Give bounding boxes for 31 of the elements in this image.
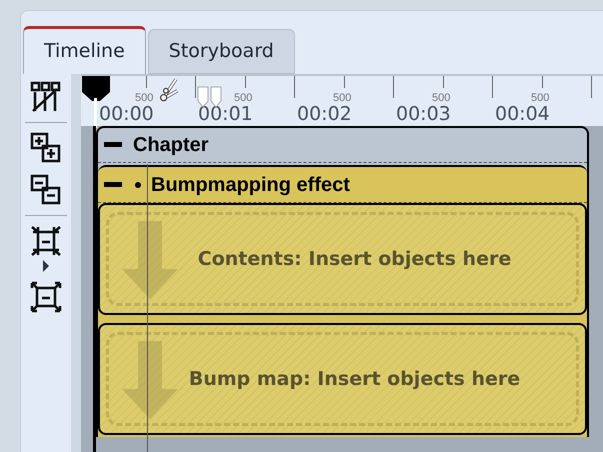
tab[interactable]: Storyboard [148, 29, 295, 74]
drop-zone[interactable]: Contents: Insert objects here [98, 203, 587, 315]
scissors-icon[interactable] [159, 77, 179, 103]
tick-label: 500 [531, 91, 550, 106]
down-arrow-icon [120, 221, 180, 301]
tick-label: 500 [333, 91, 352, 106]
drop-hint: Bump map: Insert objects here [188, 366, 520, 392]
bullet-icon [135, 182, 141, 188]
tick-label: 500 [135, 91, 154, 106]
fit-icon[interactable] [29, 280, 63, 314]
tick-label: 500 [234, 91, 252, 106]
time-ruler[interactable]: 500 500 500 500 500 00:00 00:01 00:02 00:03 00:04 [81, 74, 603, 126]
tick-label: 500 [432, 91, 450, 106]
time-label: 00:01 [198, 103, 253, 125]
shrink-icon[interactable] [29, 224, 63, 258]
effect-track[interactable]: Bumpmapping effect Contents: Insert objects here Bump map: Insert objects here [98, 165, 587, 437]
down-arrow-icon [120, 341, 180, 421]
time-label: 00:02 [297, 103, 352, 125]
chapter-track[interactable]: Chapter Bumpmapping effect Contents: Insert objects here Bump map: Insert objects here [96, 126, 589, 437]
caret-icon[interactable] [42, 260, 50, 272]
time-label: 00:03 [396, 103, 451, 125]
collapse-all-icon[interactable] [29, 173, 63, 207]
chapter-title: Chapter [133, 133, 209, 158]
drop-zone[interactable]: Bump map: Insert objects here [98, 323, 587, 435]
tab[interactable]: Timeline [23, 26, 146, 74]
drop-hint: Contents: Insert objects here [198, 246, 512, 272]
expand-all-icon[interactable] [29, 131, 63, 165]
time-label: 00:00 [99, 103, 154, 125]
effect-title: Bumpmapping effect [151, 172, 350, 198]
tracks-tool-icon[interactable] [29, 80, 63, 114]
time-label: 00:04 [495, 103, 550, 125]
